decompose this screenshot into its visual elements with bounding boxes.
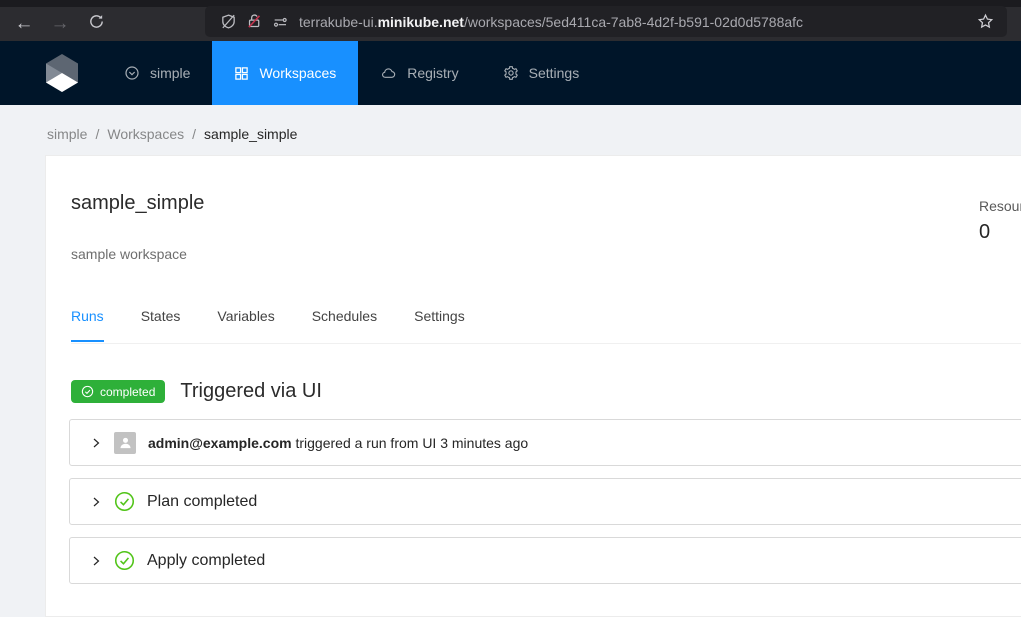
- success-check-circle-icon: [114, 550, 135, 571]
- nav-item-label: Registry: [407, 65, 458, 81]
- run-title: Triggered via UI: [180, 380, 322, 403]
- trigger-text: admin@example.com triggered a run from U…: [148, 435, 528, 451]
- tab-settings[interactable]: Settings: [414, 308, 465, 342]
- breadcrumb: simple / Workspaces / sample_simple: [47, 126, 297, 142]
- nav-item-settings[interactable]: Settings: [481, 41, 602, 105]
- chevron-right-icon: [90, 555, 102, 567]
- success-check-circle-icon: [114, 491, 135, 512]
- trigger-detail: triggered a run from UI 3 minutes ago: [295, 435, 528, 451]
- reload-button[interactable]: [78, 9, 114, 39]
- breadcrumb-separator: /: [95, 126, 99, 142]
- apply-step-row[interactable]: Apply completed: [69, 537, 1021, 584]
- tabs-divider: [71, 343, 1021, 344]
- breadcrumb-separator: /: [192, 126, 196, 142]
- trigger-user: admin@example.com: [148, 435, 292, 451]
- avatar: [114, 432, 136, 454]
- chevron-right-icon: [90, 496, 102, 508]
- nav-item-registry[interactable]: Registry: [358, 41, 480, 105]
- url-path: /workspaces/5ed411ca-7ab8-4d2f-b591-02d0…: [464, 14, 803, 30]
- terrakube-logo-icon[interactable]: [46, 54, 78, 92]
- screen: ← →: [0, 0, 1021, 634]
- browser-nav-buttons: ← →: [6, 7, 114, 41]
- nav-item-label: Workspaces: [259, 65, 336, 81]
- app-header: simple Workspaces Registry: [0, 41, 1021, 105]
- nav-item-label: simple: [150, 65, 190, 81]
- nav-item-organization[interactable]: simple: [102, 41, 212, 105]
- back-button[interactable]: ←: [6, 9, 42, 39]
- url-subdomain: terrakube-ui.: [299, 14, 378, 30]
- resources-value: 0: [979, 221, 1021, 244]
- tab-variables[interactable]: Variables: [217, 308, 274, 342]
- breadcrumb-workspaces[interactable]: Workspaces: [107, 126, 184, 142]
- workspace-tabs: Runs States Variables Schedules Settings: [71, 308, 465, 342]
- workspace-description: sample workspace: [71, 246, 187, 262]
- check-circle-icon: [81, 385, 94, 398]
- tab-runs[interactable]: Runs: [71, 308, 104, 342]
- tracking-protection-disabled-icon[interactable]: [215, 13, 241, 31]
- workspace-title: sample_simple: [71, 189, 204, 217]
- back-icon: ←: [15, 13, 34, 35]
- breadcrumb-organization[interactable]: simple: [47, 126, 87, 142]
- run-trigger-row[interactable]: admin@example.com triggered a run from U…: [69, 419, 1021, 466]
- browser-toolbar: ← →: [0, 0, 1021, 41]
- permissions-toggles-icon[interactable]: [267, 13, 293, 31]
- forward-button[interactable]: →: [42, 9, 78, 39]
- chevron-right-icon: [90, 437, 102, 449]
- tab-schedules[interactable]: Schedules: [312, 308, 377, 342]
- status-badge: completed: [71, 380, 165, 403]
- resources-statistic: Resources 0: [979, 198, 1021, 244]
- workspace-card: sample_simple sample workspace Resources…: [45, 155, 1021, 617]
- status-badge-label: completed: [100, 385, 155, 399]
- reload-icon: [88, 13, 105, 36]
- breadcrumb-current: sample_simple: [204, 126, 297, 142]
- url-bar[interactable]: terrakube-ui.minikube.net/workspaces/5ed…: [205, 6, 1007, 37]
- appstore-grid-icon: [234, 66, 249, 81]
- forward-icon: →: [51, 13, 70, 35]
- url-domain: minikube.net: [378, 14, 464, 30]
- nav-item-workspaces[interactable]: Workspaces: [212, 41, 358, 105]
- plan-step-row[interactable]: Plan completed: [69, 478, 1021, 525]
- step-label: Apply completed: [147, 552, 265, 570]
- step-label: Plan completed: [147, 493, 257, 511]
- bookmark-star-button[interactable]: [973, 10, 997, 34]
- insecure-lock-icon[interactable]: [241, 13, 267, 31]
- down-circle-icon: [124, 65, 140, 81]
- tab-states[interactable]: States: [141, 308, 181, 342]
- url-text[interactable]: terrakube-ui.minikube.net/workspaces/5ed…: [299, 14, 973, 30]
- nav-item-label: Settings: [529, 65, 580, 81]
- cloud-icon: [380, 66, 397, 81]
- run-header: completed Triggered via UI: [71, 380, 322, 403]
- gear-icon: [503, 65, 519, 81]
- resources-label: Resources: [979, 198, 1021, 214]
